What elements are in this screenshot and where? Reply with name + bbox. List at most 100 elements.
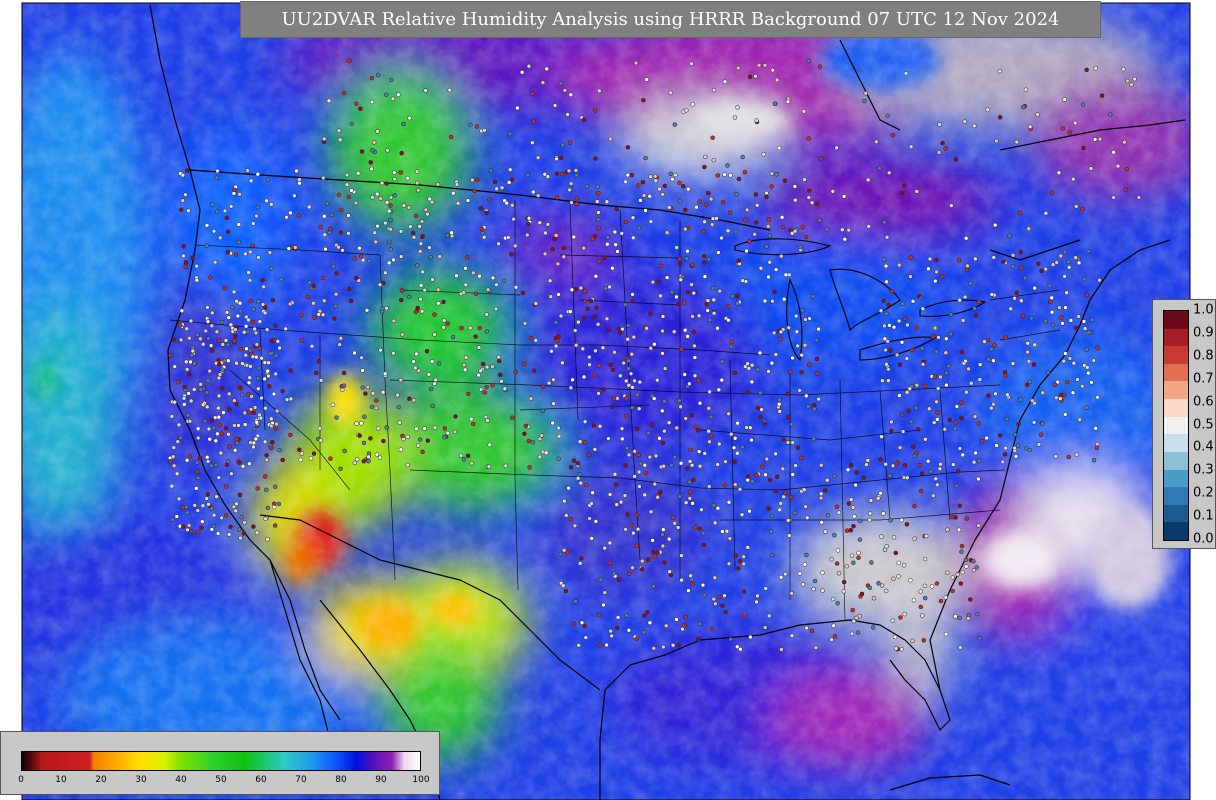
observation-dot (311, 301, 316, 306)
observation-dot (646, 430, 651, 436)
observation-dot (568, 517, 573, 522)
observation-dot (595, 184, 600, 189)
observation-dot (450, 334, 456, 340)
observation-dot (217, 423, 223, 428)
observation-dot (577, 439, 583, 444)
observation-dot (169, 414, 175, 419)
observation-dot (841, 589, 847, 594)
observation-dot (592, 314, 598, 320)
observation-dot (677, 398, 682, 404)
observation-dot (507, 131, 513, 137)
observation-dot (849, 553, 855, 558)
observation-dot (930, 334, 936, 339)
observation-dot (219, 431, 225, 436)
observation-dot (232, 187, 237, 193)
observation-dot (820, 588, 825, 593)
observation-dot (307, 280, 312, 285)
observation-dot (626, 383, 632, 388)
observation-dot (634, 512, 639, 518)
observation-dot (642, 613, 647, 619)
observation-dot (507, 167, 513, 172)
observation-dot (1019, 298, 1024, 304)
observation-dot (354, 421, 359, 426)
observation-dot (767, 477, 773, 483)
observation-dot (587, 362, 592, 367)
observation-dot (789, 633, 795, 638)
observation-dot (726, 411, 731, 417)
observation-dot (692, 373, 698, 378)
observation-dot (803, 234, 809, 240)
observation-dot (929, 584, 935, 589)
observation-dot (747, 74, 753, 80)
observation-dot (976, 421, 982, 426)
observation-dot (921, 638, 927, 643)
observation-dot (441, 325, 446, 330)
observation-dot (763, 472, 768, 477)
observation-dot (806, 58, 811, 64)
observation-dot (958, 581, 964, 586)
observation-dot (644, 326, 649, 331)
observation-dot (271, 391, 277, 397)
observation-dot (386, 239, 392, 245)
observation-dot (692, 525, 698, 530)
observation-dot (661, 527, 666, 532)
observation-dot (683, 207, 688, 213)
observation-dot (752, 232, 757, 237)
observation-dot (359, 421, 364, 426)
observation-dot (331, 263, 336, 269)
observation-dot (687, 496, 693, 501)
observation-dot (377, 282, 383, 287)
observation-dot (195, 469, 200, 475)
observation-dot (548, 294, 553, 299)
observation-dot (378, 196, 383, 201)
observation-dot (276, 501, 282, 507)
observation-dot (857, 537, 863, 542)
observation-dot (473, 334, 478, 339)
observation-dot (912, 503, 917, 509)
observation-dot (216, 393, 222, 399)
observation-dot (891, 535, 897, 540)
observation-dot (266, 360, 271, 365)
observation-dot (662, 399, 667, 404)
increment-colorbar-tick-label: 0.7 (1193, 371, 1214, 387)
observation-dot (535, 193, 541, 198)
observation-dot (928, 469, 933, 474)
observation-dot (824, 227, 830, 232)
observation-dot (655, 495, 660, 500)
observation-dot (893, 646, 899, 651)
observation-dot (841, 194, 847, 199)
observation-dot (662, 560, 667, 565)
observation-dot (526, 215, 532, 221)
observation-dot (398, 254, 404, 259)
observation-dot (728, 344, 734, 349)
observation-dot (571, 621, 577, 627)
observation-dot (647, 194, 652, 199)
observation-dot (960, 318, 966, 323)
observation-dot (649, 423, 654, 428)
observation-dot (243, 352, 249, 358)
observation-dot (712, 575, 718, 580)
observation-dot (623, 396, 629, 401)
observation-dot (380, 306, 385, 312)
observation-dot (734, 192, 739, 197)
observation-dot (332, 316, 337, 321)
observation-dot (612, 229, 618, 235)
observation-dot (1007, 233, 1012, 239)
observation-dot (697, 400, 703, 406)
increment-colorbar-swatch (1164, 451, 1188, 470)
observation-dot (711, 157, 717, 163)
observation-dot (252, 405, 258, 410)
observation-dot (504, 200, 509, 206)
observation-dot (637, 484, 642, 489)
observation-dot (247, 375, 252, 380)
observation-dot (566, 168, 572, 174)
observation-dot (414, 180, 420, 186)
observation-dot (780, 466, 786, 472)
observation-dot (692, 355, 698, 360)
observation-dot (593, 348, 598, 354)
observation-dot (568, 92, 574, 98)
observation-dot (619, 231, 625, 236)
observation-dot (623, 219, 629, 225)
observation-dot (1026, 226, 1032, 232)
observation-dot (1012, 296, 1017, 301)
